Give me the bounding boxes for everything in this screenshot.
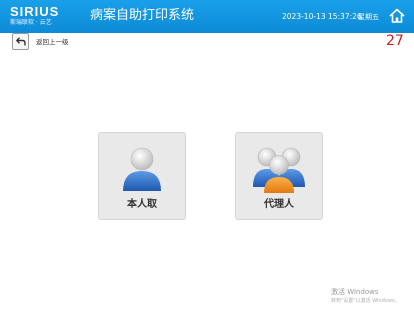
agent-pickup-button[interactable]: 代理人 xyxy=(235,132,323,220)
agent-pickup-label: 代理人 xyxy=(264,199,294,210)
activation-watermark-subtitle: 转到"设置"以激活 Windows。 xyxy=(331,298,400,304)
back-button[interactable] xyxy=(12,33,29,50)
weekday: 星期五 xyxy=(358,13,379,21)
single-user-icon xyxy=(123,147,161,191)
logo-text: SIRIUS xyxy=(10,4,60,19)
logo-subtext: 斯瑞联软 · 云艺 xyxy=(10,19,52,26)
datetime: 2023-10-13 15:37:26 xyxy=(282,12,362,21)
user-group-icon xyxy=(253,147,305,193)
app-title: 病案自助打印系统 xyxy=(90,8,195,23)
back-label[interactable]: 返回上一级 xyxy=(36,38,69,46)
home-icon[interactable] xyxy=(387,6,407,26)
countdown-timer: 27 xyxy=(386,33,404,49)
self-pickup-label: 本人取 xyxy=(127,199,157,210)
self-pickup-button[interactable]: 本人取 xyxy=(98,132,186,220)
activation-watermark-title: 激活 Windows xyxy=(331,288,379,296)
logo: SIRIUS 斯瑞联软 · 云艺 xyxy=(10,5,76,29)
header-bar: SIRIUS 斯瑞联软 · 云艺 病案自助打印系统 2023-10-13 15:… xyxy=(0,0,414,33)
back-arrow-icon xyxy=(16,37,26,46)
